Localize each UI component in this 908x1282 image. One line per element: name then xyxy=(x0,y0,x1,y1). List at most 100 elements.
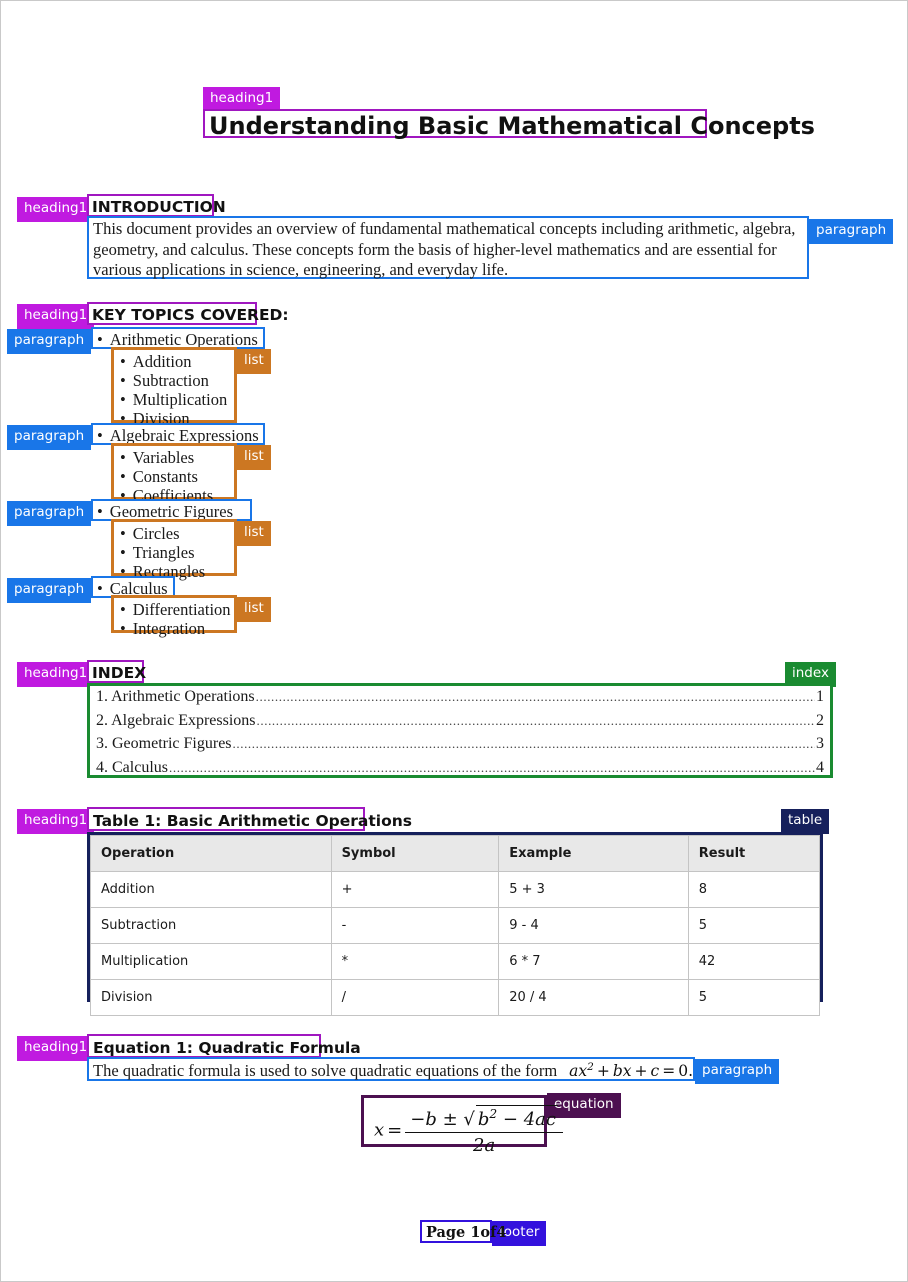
key-topics-heading-box: KEY TOPICS COVERED: xyxy=(87,302,289,325)
introduction-paragraph: This document provides an overview of fu… xyxy=(93,219,796,279)
tag-heading1-equation: heading1 xyxy=(17,1036,95,1061)
topic-sublist-box-1: • Variables • Constants • Coefficients xyxy=(111,443,237,505)
index-entry-label: 1. Arithmetic Operations xyxy=(96,688,255,705)
topic-sublist-box-0: • Addition • Subtraction • Multiplication •… xyxy=(111,347,237,428)
list-item: • Circles xyxy=(120,524,205,543)
table-cell: 5 xyxy=(687,979,821,1016)
bullet-glyph: • xyxy=(120,543,126,562)
bullet-glyph: • xyxy=(120,352,126,371)
introduction-heading-box: INTRODUCTION xyxy=(87,194,226,217)
index-entry[interactable]: 2. Algebraic Expressions ...............… xyxy=(96,712,824,736)
list-item-label: Constants xyxy=(132,467,198,486)
index-entry-page: 4 xyxy=(816,758,824,776)
display-equation-box: x = −b ± √ b2 − 4ac 2a xyxy=(361,1095,563,1156)
table-cell: 5 xyxy=(687,907,821,944)
list-item: • Constants xyxy=(120,467,213,486)
table-cell: / xyxy=(330,979,500,1016)
introduction-paragraph-box: This document provides an overview of fu… xyxy=(87,216,809,279)
list-item-label: Addition xyxy=(132,352,192,371)
tag-heading1-introduction: heading1 xyxy=(17,197,95,222)
title-box: Understanding Basic Mathematical Concept… xyxy=(203,109,815,138)
tag-list-0: list xyxy=(237,349,271,374)
table-cell: Subtraction xyxy=(90,907,332,944)
tag-paragraph-equation: paragraph xyxy=(695,1059,780,1084)
list-item-label: Subtraction xyxy=(132,371,209,390)
list-item: • Integration xyxy=(120,619,231,638)
list-item-label: Integration xyxy=(132,619,206,638)
list-item: • Differentiation xyxy=(120,600,231,619)
tag-paragraph-topic-3: paragraph xyxy=(7,578,92,603)
table-cell: - xyxy=(330,907,500,944)
introduction-heading: INTRODUCTION xyxy=(92,198,226,216)
equation-paragraph-box: The quadratic formula is used to solve q… xyxy=(87,1057,695,1081)
formula-numerator: −b ± √ b2 − 4ac xyxy=(405,1105,563,1133)
topic-title-box-0: • Arithmetic Operations xyxy=(91,327,265,349)
list-item: • Subtraction xyxy=(120,371,227,390)
topic-sublist-box-2: • Circles • Triangles • Rectangles xyxy=(111,519,237,581)
index-entry[interactable]: 3. Geometric Figures ...................… xyxy=(96,735,824,759)
table-column-header: Example xyxy=(498,835,689,872)
page-title: Understanding Basic Mathematical Concept… xyxy=(209,112,815,140)
bullet-glyph: • xyxy=(97,426,103,445)
bullet-glyph: • xyxy=(120,524,126,543)
tag-heading1-title: heading1 xyxy=(203,87,281,112)
table-column-header: Operation xyxy=(90,835,332,872)
bullet-glyph: • xyxy=(120,390,126,409)
tag-paragraph-topic-0: paragraph xyxy=(7,329,92,354)
index-entry-label: 4. Calculus xyxy=(96,758,168,776)
footer-page-number: Page 1of4 xyxy=(426,1224,507,1241)
inline-quadratic-equation: ax2 + bx + c = 0. xyxy=(569,1061,694,1081)
formula-fraction: −b ± √ b2 − 4ac 2a xyxy=(405,1105,563,1156)
tag-paragraph-topic-2: paragraph xyxy=(7,501,92,526)
quadratic-formula: x = −b ± √ b2 − 4ac 2a xyxy=(374,1105,563,1156)
tag-table: table xyxy=(781,809,830,834)
table-cell: Addition xyxy=(90,871,332,908)
index-box: 1. Arithmetic Operations ...............… xyxy=(87,683,833,778)
list-item: • Variables xyxy=(120,448,213,467)
table-cell: 42 xyxy=(687,943,821,980)
table-cell: 20 / 4 xyxy=(498,979,689,1016)
list-item: • Triangles xyxy=(120,543,205,562)
bullet-glyph: • xyxy=(97,579,103,598)
index-entry[interactable]: 1. Arithmetic Operations ...............… xyxy=(96,688,824,712)
index-entry[interactable]: 4. Calculus ............................… xyxy=(96,759,824,783)
bullet-glyph: • xyxy=(120,619,126,638)
table-cell: * xyxy=(330,943,500,980)
topic-sublist-box-3: • Differentiation • Integration xyxy=(111,595,237,638)
list-item-label: Multiplication xyxy=(132,390,228,409)
list-item-label: Circles xyxy=(132,524,180,543)
index-leader-dots: ........................................… xyxy=(256,712,815,728)
index-leader-dots: ........................................… xyxy=(255,689,815,704)
table-cell: 9 - 4 xyxy=(498,907,689,944)
bullet-glyph: • xyxy=(120,448,126,467)
table-header-row: Operation Symbol Example Result xyxy=(90,835,821,872)
index-entry-label: 3. Geometric Figures xyxy=(96,735,232,752)
formula-denominator: 2a xyxy=(473,1135,496,1156)
tag-list-3: list xyxy=(237,597,271,622)
index-entry-page: 2 xyxy=(816,711,824,729)
tag-heading1-table: heading1 xyxy=(17,809,95,834)
tag-list-1: list xyxy=(237,445,271,470)
list-item-label: Triangles xyxy=(132,543,195,562)
footer-box: Page 1of4 xyxy=(420,1220,506,1243)
index-leader-dots: ........................................… xyxy=(232,736,815,751)
table-row: Subtraction - 9 - 4 5 xyxy=(90,907,821,944)
table-box: Operation Symbol Example Result Addition… xyxy=(87,832,823,1016)
document-page: heading1 Understanding Basic Mathematica… xyxy=(0,0,908,1282)
table-row: Multiplication * 6 * 7 42 xyxy=(90,943,821,980)
table-heading: Table 1: Basic Arithmetic Operations xyxy=(93,812,413,830)
list-item-label: Variables xyxy=(132,448,195,467)
list-item: • Addition xyxy=(120,352,227,371)
key-topics-heading: KEY TOPICS COVERED: xyxy=(92,306,289,324)
table-cell: Multiplication xyxy=(90,943,332,980)
topic-title-box-1: • Algebraic Expressions xyxy=(91,423,265,445)
bullet-glyph: • xyxy=(120,600,126,619)
list-item-label: Differentiation xyxy=(132,600,231,619)
arithmetic-operations-table: Operation Symbol Example Result Addition… xyxy=(90,835,821,1016)
bullet-glyph: • xyxy=(97,502,103,521)
table-cell: 6 * 7 xyxy=(498,943,689,980)
tag-heading1-index: heading1 xyxy=(17,662,95,687)
table-cell: Division xyxy=(90,979,332,1016)
tag-list-2: list xyxy=(237,521,271,546)
table-column-header: Symbol xyxy=(330,835,500,872)
